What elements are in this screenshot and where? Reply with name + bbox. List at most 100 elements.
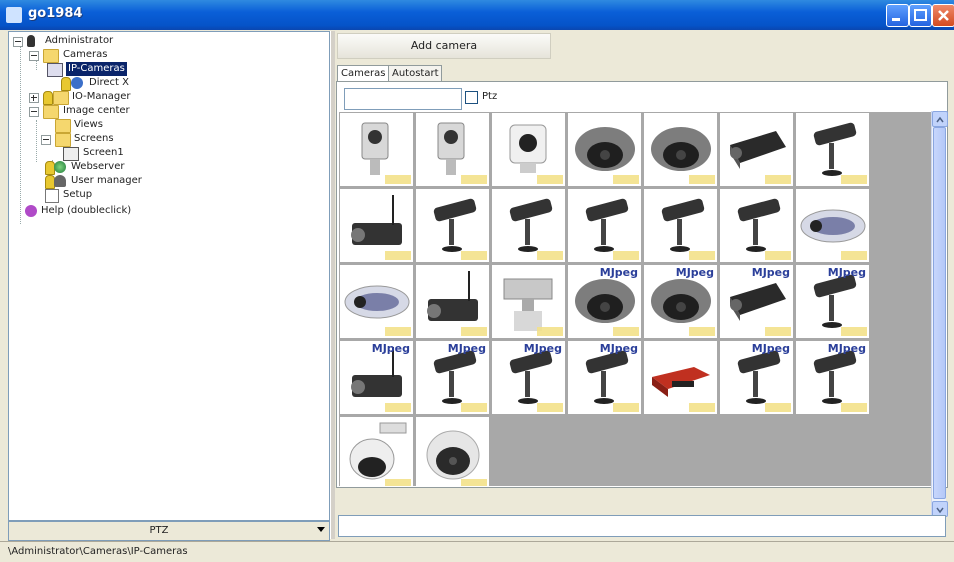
camera-thumbnail[interactable]: MJpeg: [568, 265, 641, 338]
brand-logo: [537, 251, 563, 260]
tree-item-label: Image center: [63, 105, 130, 116]
brand-logo: [613, 251, 639, 260]
camera-thumbnail[interactable]: [340, 265, 413, 338]
collapse-icon[interactable]: [29, 107, 39, 117]
globe-icon: [54, 161, 66, 173]
mjpeg-badge: MJpeg: [827, 342, 866, 355]
directx-icon: [71, 77, 83, 89]
brand-logo: [765, 251, 791, 260]
camera-thumbnail[interactable]: [340, 189, 413, 262]
folder-icon: [43, 49, 59, 63]
camera-filter-input[interactable]: [344, 88, 462, 110]
camera-thumbnail[interactable]: [644, 113, 717, 186]
camera-thumbnail[interactable]: [720, 113, 793, 186]
ip-camera-icon: [47, 63, 63, 77]
tree-item-label: Setup: [63, 189, 93, 200]
brand-logo: [841, 251, 867, 260]
camera-catalog-pane: Add camera Cameras Autostart Ptz MJpeg MJ…: [335, 31, 948, 539]
ptz-dropdown[interactable]: PTZ: [8, 521, 330, 541]
tree-item-label: Screen1: [83, 147, 124, 158]
mjpeg-badge: MJpeg: [523, 342, 562, 355]
brand-logo: [765, 327, 791, 336]
camera-thumbnail[interactable]: [720, 189, 793, 262]
brand-logo: [689, 403, 715, 412]
help-icon: [25, 205, 37, 217]
brand-logo: [765, 175, 791, 184]
vertical-scrollbar[interactable]: [931, 111, 948, 517]
add-camera-button[interactable]: Add camera: [337, 33, 551, 59]
maximize-icon: [914, 9, 927, 21]
folder-icon: [55, 133, 71, 147]
tab-cameras[interactable]: Cameras: [337, 65, 389, 82]
camera-thumbnail[interactable]: [796, 113, 869, 186]
camera-thumbnail[interactable]: [340, 417, 413, 486]
brand-logo: [689, 251, 715, 260]
camera-thumbnail[interactable]: MJpeg: [720, 341, 793, 414]
brand-logo: [613, 175, 639, 184]
camera-thumbnail[interactable]: MJpeg: [796, 265, 869, 338]
title-bar[interactable]: go1984: [0, 0, 954, 30]
tree-item-label: Views: [74, 119, 103, 130]
dropdown-arrow-icon[interactable]: [317, 527, 325, 532]
camera-thumbnail[interactable]: [492, 265, 565, 338]
scroll-thumb[interactable]: [933, 127, 946, 499]
expand-icon[interactable]: [29, 93, 39, 103]
mjpeg-badge: MJpeg: [675, 266, 714, 279]
tree-item-label: Administrator: [45, 35, 114, 46]
tab-autostart[interactable]: Autostart: [388, 65, 442, 81]
tree-item-label: Help (doubleclick): [41, 205, 132, 216]
camera-grid: MJpeg MJpeg MJpeg MJpeg MJpeg MJpeg MJpeg MJpeg…: [339, 112, 932, 486]
brand-logo: [385, 479, 411, 486]
mjpeg-badge: MJpeg: [599, 342, 638, 355]
maximize-button[interactable]: [909, 4, 932, 27]
tree-item-label: User manager: [71, 175, 142, 186]
camera-thumbnail[interactable]: [340, 113, 413, 186]
camera-thumbnail[interactable]: [416, 113, 489, 186]
camera-thumbnail[interactable]: [416, 265, 489, 338]
camera-thumbnail[interactable]: MJpeg: [796, 341, 869, 414]
brand-logo: [689, 327, 715, 336]
brand-logo: [461, 175, 487, 184]
camera-thumbnail[interactable]: MJpeg: [340, 341, 413, 414]
collapse-icon[interactable]: [13, 37, 23, 47]
brand-logo: [841, 175, 867, 184]
camera-thumbnail[interactable]: [416, 417, 489, 486]
camera-thumbnail[interactable]: [644, 341, 717, 414]
navigation-tree: Administrator Cameras IP-Cameras Direct …: [9, 32, 329, 520]
camera-thumbnail[interactable]: [416, 189, 489, 262]
brand-logo: [613, 403, 639, 412]
screen-icon: [63, 147, 79, 161]
collapse-icon[interactable]: [41, 135, 51, 145]
camera-thumbnail[interactable]: [492, 113, 565, 186]
close-button[interactable]: [932, 4, 954, 27]
ptz-label: PTZ: [149, 525, 169, 536]
camera-thumbnail[interactable]: MJpeg: [568, 341, 641, 414]
close-icon: [938, 10, 949, 21]
ptz-checkbox[interactable]: [465, 91, 478, 104]
camera-thumbnail[interactable]: [796, 189, 869, 262]
mjpeg-badge: MJpeg: [827, 266, 866, 279]
folder-icon: [55, 119, 71, 133]
brand-logo: [537, 403, 563, 412]
camera-info-field[interactable]: [338, 515, 946, 537]
brand-logo: [765, 403, 791, 412]
camera-thumbnail[interactable]: MJpeg: [492, 341, 565, 414]
minimize-button[interactable]: [886, 4, 909, 27]
lock-icon: [61, 77, 71, 91]
camera-thumbnail[interactable]: [492, 189, 565, 262]
tree-item-label: IO-Manager: [72, 91, 131, 102]
camera-thumbnail[interactable]: MJpeg: [416, 341, 489, 414]
setup-icon: [45, 189, 59, 203]
collapse-icon[interactable]: [29, 51, 39, 61]
navigation-tree-pane: Administrator Cameras IP-Cameras Direct …: [8, 31, 330, 521]
camera-thumbnail[interactable]: [568, 189, 641, 262]
camera-thumbnail[interactable]: MJpeg: [644, 265, 717, 338]
brand-logo: [841, 327, 867, 336]
brand-logo: [385, 175, 411, 184]
camera-thumbnail[interactable]: [644, 189, 717, 262]
brand-logo: [461, 479, 487, 486]
scroll-up-button[interactable]: [932, 111, 948, 127]
camera-thumbnail[interactable]: MJpeg: [720, 265, 793, 338]
brand-logo: [613, 327, 639, 336]
camera-thumbnail[interactable]: [568, 113, 641, 186]
